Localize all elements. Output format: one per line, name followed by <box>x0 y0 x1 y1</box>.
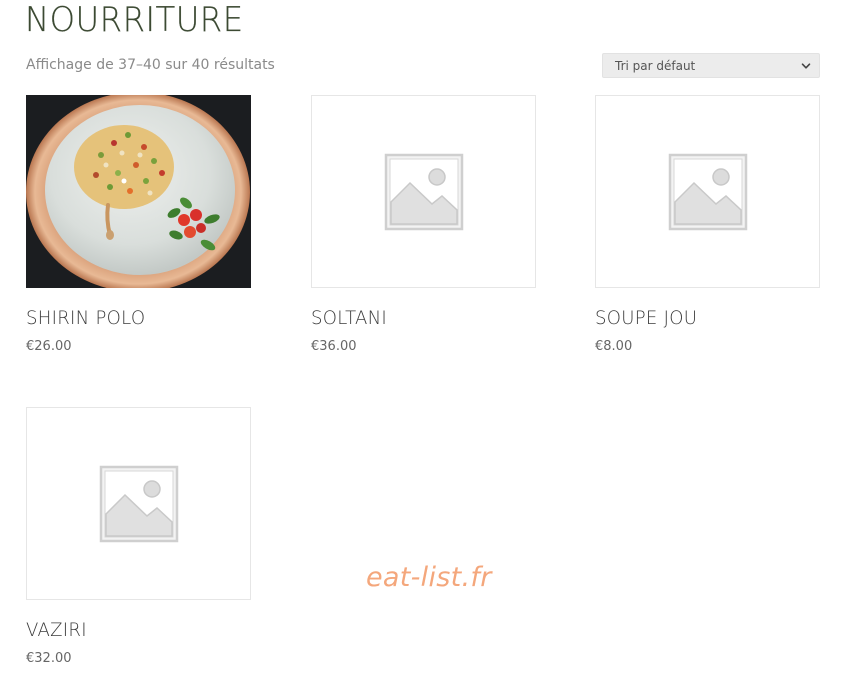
product-image[interactable] <box>26 407 251 600</box>
product-name[interactable]: SOLTANI <box>311 307 525 329</box>
product-name[interactable]: VAZIRI <box>26 619 240 641</box>
product-price: €36.00 <box>311 339 357 354</box>
product-price: €26.00 <box>26 339 72 354</box>
placeholder-image-icon <box>668 153 747 230</box>
product-image[interactable] <box>311 95 536 288</box>
page-title: NOURRITURE <box>25 0 244 40</box>
product-price: €32.00 <box>26 651 72 666</box>
product-image[interactable] <box>26 95 251 288</box>
product-card: SHIRIN POLO €26.00 <box>26 95 251 354</box>
product-card: SOUPE JOU €8.00 <box>595 95 820 354</box>
result-count: Affichage de 37–40 sur 40 résultats <box>26 57 275 73</box>
watermark: eat-list.fr <box>366 562 492 593</box>
product-name[interactable]: SHIRIN POLO <box>26 307 240 329</box>
sort-selected-value: Tri par défaut <box>615 58 696 73</box>
product-card: SOLTANI €36.00 <box>311 95 536 354</box>
product-card: VAZIRI €32.00 <box>26 407 251 666</box>
product-name[interactable]: SOUPE JOU <box>595 307 809 329</box>
chevron-down-icon <box>801 62 811 69</box>
product-price: €8.00 <box>595 339 633 354</box>
placeholder-image-icon <box>384 153 463 230</box>
sort-dropdown[interactable]: Tri par défaut <box>602 53 820 78</box>
food-photo <box>26 95 251 288</box>
placeholder-image-icon <box>99 465 178 542</box>
product-image[interactable] <box>595 95 820 288</box>
